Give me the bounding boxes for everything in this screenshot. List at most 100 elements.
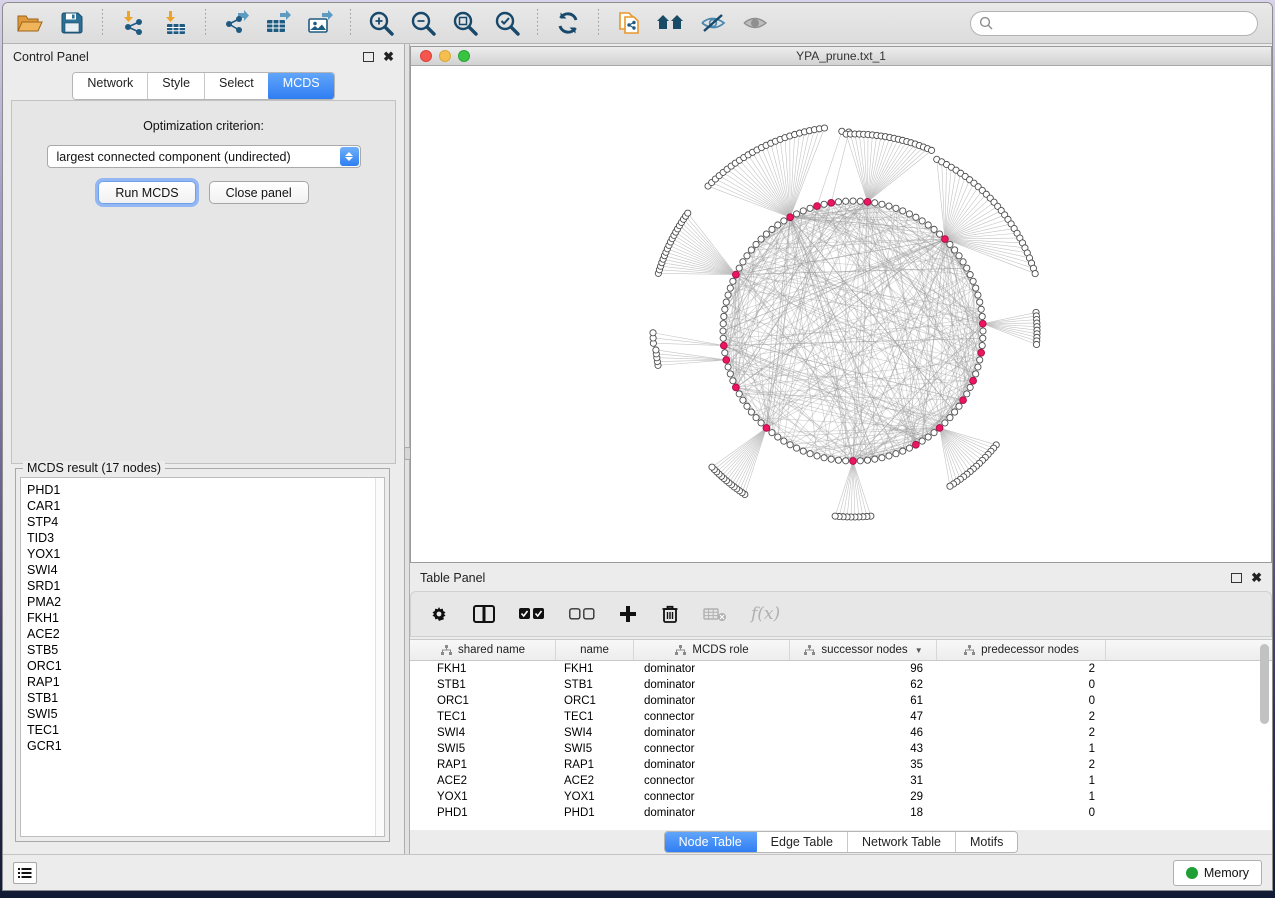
graph-node[interactable] xyxy=(723,299,729,305)
import-network-icon[interactable] xyxy=(116,7,150,39)
graph-node[interactable] xyxy=(947,415,953,421)
graph-node[interactable] xyxy=(828,456,834,462)
graph-mcds-node[interactable] xyxy=(970,377,977,384)
graph-node[interactable] xyxy=(906,445,912,451)
table-settings-icon[interactable] xyxy=(429,604,449,624)
graph-node[interactable] xyxy=(753,241,759,247)
table-row[interactable]: YOX1YOX1connector291 xyxy=(410,789,1272,805)
table-row[interactable]: TEC1TEC1connector472 xyxy=(410,709,1272,725)
graph-node[interactable] xyxy=(925,222,931,228)
list-item[interactable]: RAP1 xyxy=(27,674,384,690)
graph-node[interactable] xyxy=(919,438,925,444)
graph-node[interactable] xyxy=(722,306,728,312)
list-item[interactable]: STP4 xyxy=(27,514,384,530)
run-mcds-button[interactable]: Run MCDS xyxy=(98,181,195,204)
zoom-in-icon[interactable] xyxy=(364,7,398,39)
graph-node[interactable] xyxy=(727,371,733,377)
graph-mcds-node[interactable] xyxy=(912,441,919,448)
graph-node[interactable] xyxy=(781,218,787,224)
apply-layout-icon[interactable] xyxy=(551,7,585,39)
graph-node[interactable] xyxy=(906,211,912,217)
graph-node[interactable] xyxy=(814,453,820,459)
graph-node[interactable] xyxy=(821,125,827,131)
graph-mcds-node[interactable] xyxy=(978,349,985,356)
graph-node[interactable] xyxy=(725,292,731,298)
graph-mcds-node[interactable] xyxy=(814,203,821,210)
close-panel-icon[interactable]: ✖ xyxy=(1251,573,1262,583)
list-item[interactable]: SRD1 xyxy=(27,578,384,594)
graph-mcds-node[interactable] xyxy=(732,271,739,278)
deselect-all-icon[interactable] xyxy=(569,608,595,620)
graph-node[interactable] xyxy=(843,198,849,204)
graph-node[interactable] xyxy=(937,231,943,237)
graph-node[interactable] xyxy=(1033,341,1039,347)
graph-node[interactable] xyxy=(850,198,856,204)
network-titlebar[interactable]: YPA_prune.txt_1 xyxy=(411,47,1271,66)
list-item[interactable]: STB5 xyxy=(27,642,384,658)
graph-mcds-node[interactable] xyxy=(960,397,967,404)
graph-node[interactable] xyxy=(913,214,919,220)
graph-node[interactable] xyxy=(843,458,849,464)
graph-mcds-node[interactable] xyxy=(942,236,949,243)
graph-node[interactable] xyxy=(872,200,878,206)
graph-node[interactable] xyxy=(758,420,764,426)
first-neighbors-icon[interactable] xyxy=(654,7,688,39)
tab-node-table[interactable]: Node Table xyxy=(664,831,758,853)
column-header-successor-nodes[interactable]: successor nodes▼ xyxy=(790,640,937,660)
list-item[interactable]: STB1 xyxy=(27,690,384,706)
graph-node[interactable] xyxy=(947,241,953,247)
tab-mcds[interactable]: MCDS xyxy=(268,72,335,100)
graph-node[interactable] xyxy=(740,397,746,403)
graph-node[interactable] xyxy=(744,403,750,409)
graph-node[interactable] xyxy=(857,458,863,464)
graph-node[interactable] xyxy=(720,321,726,327)
add-column-icon[interactable] xyxy=(619,605,637,623)
column-header-MCDS-role[interactable]: MCDS role xyxy=(634,640,790,660)
zoom-out-icon[interactable] xyxy=(406,7,440,39)
graph-node[interactable] xyxy=(879,455,885,461)
list-item[interactable]: TID3 xyxy=(27,530,384,546)
network-canvas[interactable] xyxy=(411,66,1271,562)
zoom-selected-icon[interactable] xyxy=(490,7,524,39)
graph-node[interactable] xyxy=(800,208,806,214)
graph-node[interactable] xyxy=(925,434,931,440)
graph-node[interactable] xyxy=(879,201,885,207)
select-all-icon[interactable] xyxy=(519,608,545,620)
graph-node[interactable] xyxy=(928,147,934,153)
graph-node[interactable] xyxy=(977,299,983,305)
graph-node[interactable] xyxy=(730,378,736,384)
graph-node[interactable] xyxy=(769,226,775,232)
close-panel-button[interactable]: Close panel xyxy=(209,181,309,204)
table-row[interactable]: SWI4SWI4dominator462 xyxy=(410,725,1272,741)
zoom-fit-icon[interactable] xyxy=(448,7,482,39)
export-table-icon[interactable] xyxy=(261,7,295,39)
graph-node[interactable] xyxy=(740,259,746,265)
tab-select[interactable]: Select xyxy=(205,73,269,99)
graph-node[interactable] xyxy=(835,457,841,463)
graph-node[interactable] xyxy=(793,211,799,217)
save-session-icon[interactable] xyxy=(55,7,89,39)
graph-node[interactable] xyxy=(727,285,733,291)
table-row[interactable]: PHD1PHD1dominator180 xyxy=(410,805,1272,821)
graph-node[interactable] xyxy=(821,455,827,461)
graph-node[interactable] xyxy=(793,445,799,451)
graph-node[interactable] xyxy=(956,253,962,259)
graph-node[interactable] xyxy=(960,259,966,265)
list-item[interactable]: GCR1 xyxy=(27,738,384,754)
graph-mcds-node[interactable] xyxy=(732,384,739,391)
graph-node[interactable] xyxy=(978,306,984,312)
graph-node[interactable] xyxy=(769,430,775,436)
show-all-icon[interactable] xyxy=(738,7,772,39)
graph-mcds-node[interactable] xyxy=(787,214,794,221)
table-row[interactable]: SWI5SWI5connector431 xyxy=(410,741,1272,757)
export-image-icon[interactable] xyxy=(303,7,337,39)
graph-node[interactable] xyxy=(973,371,979,377)
graph-node[interactable] xyxy=(975,364,981,370)
graph-node[interactable] xyxy=(748,247,754,253)
hide-selected-icon[interactable] xyxy=(696,7,730,39)
tab-style[interactable]: Style xyxy=(148,73,205,99)
graph-node[interactable] xyxy=(886,453,892,459)
graph-mcds-node[interactable] xyxy=(979,320,986,327)
list-item[interactable]: FKH1 xyxy=(27,610,384,626)
list-item[interactable]: ORC1 xyxy=(27,658,384,674)
